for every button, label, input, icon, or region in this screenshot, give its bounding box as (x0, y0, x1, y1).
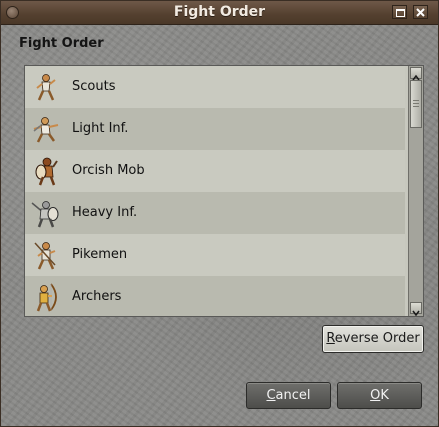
unit-label: Heavy Inf. (72, 205, 138, 220)
maximize-button[interactable] (392, 5, 407, 19)
dialog-body: Fight Order Scouts Light Inf. Orcish Mob… (1, 25, 438, 426)
scroll-down-button[interactable] (410, 302, 422, 317)
maximize-icon (396, 9, 405, 17)
unit-label: Light Inf. (72, 121, 129, 136)
list-scrollbar[interactable] (408, 66, 423, 317)
scout-icon (36, 74, 56, 101)
ok-button[interactable]: OK (337, 382, 422, 409)
arrow-down-icon (412, 310, 420, 317)
list-item[interactable]: Archers (25, 276, 405, 316)
title-bar[interactable]: Fight Order (1, 1, 438, 25)
unit-list-frame: Scouts Light Inf. Orcish Mob Heavy Inf. … (24, 65, 424, 317)
list-item[interactable]: Light Inf. (25, 108, 405, 150)
archers-icon (36, 283, 57, 312)
grip-line (413, 100, 419, 101)
list-item[interactable]: Heavy Inf. (25, 192, 405, 234)
pikemen-icon (34, 242, 56, 270)
cancel-button[interactable]: Cancel (246, 382, 331, 409)
unit-label: Orcish Mob (72, 163, 145, 178)
grip-line (413, 103, 419, 104)
light-infantry-icon (33, 117, 59, 143)
unit-list[interactable]: Scouts Light Inf. Orcish Mob Heavy Inf. … (25, 66, 405, 316)
close-icon (416, 8, 425, 17)
heavy-infantry-icon (31, 201, 59, 228)
dialog-heading: Fight Order (19, 36, 104, 51)
grip-line (413, 106, 419, 107)
orcish-mob-icon (35, 157, 58, 186)
list-item[interactable]: Orcish Mob (25, 150, 405, 192)
close-button[interactable] (413, 5, 428, 19)
list-item[interactable]: Scouts (25, 66, 405, 108)
unit-label: Archers (72, 289, 122, 304)
scroll-thumb[interactable] (410, 80, 422, 128)
unit-label: Pikemen (72, 247, 128, 262)
fight-order-window: Fight Order Fight Order Scouts Light Inf… (0, 0, 439, 427)
reverse-order-button[interactable]: Reverse Order (322, 325, 424, 353)
window-title: Fight Order (173, 4, 266, 20)
unit-label: Scouts (72, 79, 116, 94)
scroll-up-button[interactable] (410, 67, 422, 81)
list-item[interactable]: Pikemen (25, 234, 405, 276)
